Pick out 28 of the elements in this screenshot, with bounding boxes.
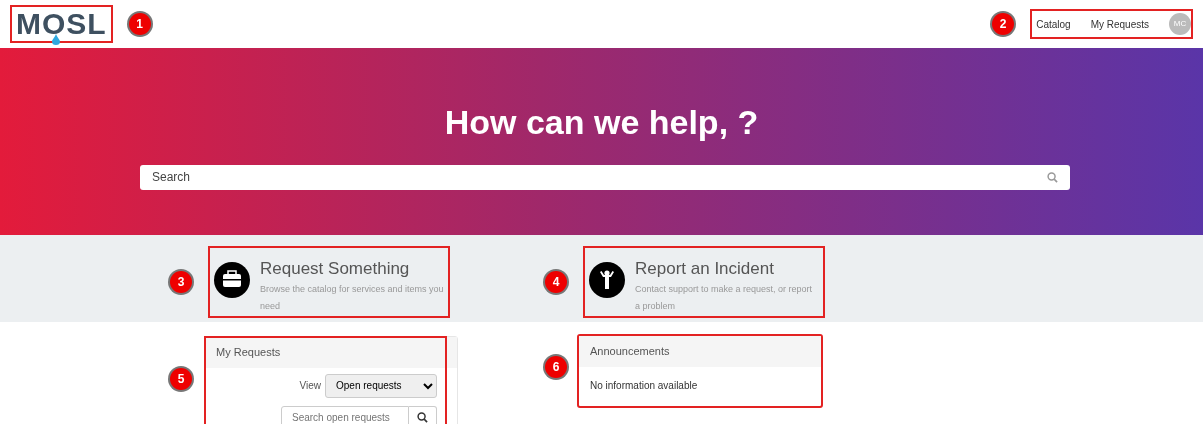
hero-title: How can we help, ? bbox=[443, 102, 760, 143]
callout-marker: 6 bbox=[545, 356, 567, 378]
panel-title: My Requests bbox=[205, 337, 457, 368]
callout-marker: 4 bbox=[545, 270, 567, 293]
nav-link[interactable]: My Requests bbox=[1090, 16, 1149, 32]
tile-title: Request Something bbox=[260, 257, 411, 280]
callout-marker: 5 bbox=[170, 368, 192, 390]
callout-marker: 1 bbox=[128, 13, 151, 35]
search-icon bbox=[417, 412, 428, 423]
search-icon bbox=[1047, 171, 1058, 183]
search-button[interactable] bbox=[409, 405, 437, 424]
tile-description: Browse the catalog for services and items you need bbox=[260, 283, 444, 313]
briefcase-icon bbox=[214, 261, 250, 298]
tile-description: Contact support to make a request, or report a problem bbox=[635, 283, 814, 313]
request-search-field[interactable]: Search open requests bbox=[281, 405, 409, 424]
nav-link[interactable]: Catalog bbox=[1036, 16, 1071, 32]
view-dropdown[interactable]: Open requests bbox=[325, 373, 437, 398]
search-field[interactable]: Search bbox=[140, 164, 1070, 190]
tile-title: Report an Incident bbox=[635, 257, 775, 280]
callout-marker: 2 bbox=[992, 13, 1015, 35]
callout-marker: 3 bbox=[170, 270, 192, 293]
empty-message: No information available bbox=[589, 378, 699, 393]
tile-link[interactable]: Request Something Browse the catalog for services and items you need bbox=[208, 245, 450, 318]
tile-link[interactable]: Report an Incident Contact support to make a request, or report a problem bbox=[583, 245, 825, 318]
logo[interactable]: MOSL bbox=[10, 5, 113, 43]
person-icon bbox=[589, 261, 625, 298]
panel-title: Announcements bbox=[579, 336, 821, 367]
view-label: View bbox=[299, 379, 321, 393]
